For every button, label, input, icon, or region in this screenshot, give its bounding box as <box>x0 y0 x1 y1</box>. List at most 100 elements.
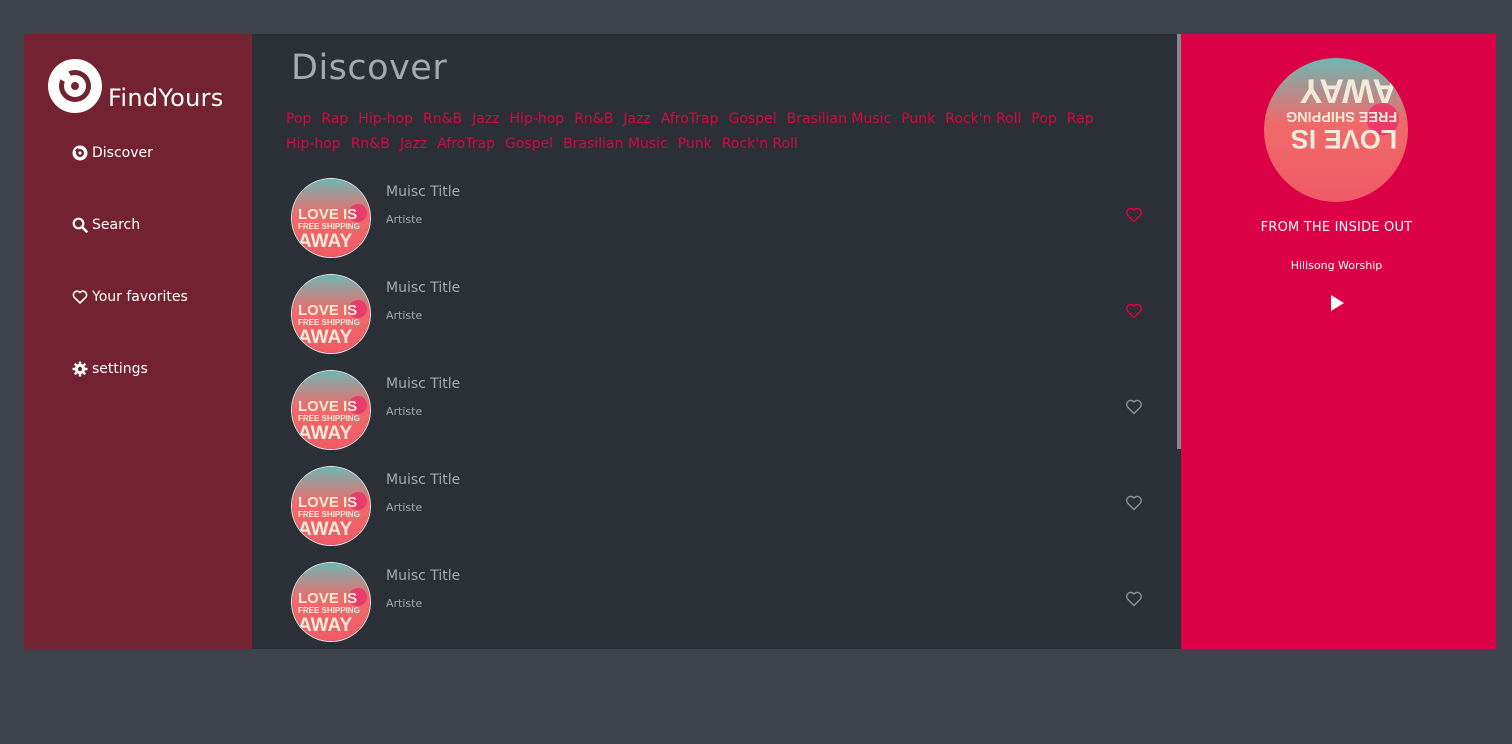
logo[interactable]: FindYours <box>48 59 224 113</box>
genre-tag[interactable]: Punk <box>678 132 712 156</box>
track-artist: Artiste <box>386 405 423 418</box>
album-art-image: LOVE ISFREE SHIPPINGAWAY <box>292 467 370 545</box>
vinyl-logo-icon <box>48 59 102 113</box>
genre-tag[interactable]: Rn&B <box>423 107 462 131</box>
album-art-text: FREE SHIPPING <box>298 222 360 231</box>
sidebar-item-search[interactable]: Search <box>72 214 188 236</box>
album-art-text: FREE SHIPPING <box>1286 108 1397 124</box>
track-title: Muisc Title <box>386 568 461 584</box>
genre-tag[interactable]: Hip-hop <box>286 132 341 156</box>
favorite-heart-icon[interactable] <box>1125 590 1143 608</box>
sidebar-item-label: Discover <box>92 145 153 161</box>
now-playing-panel: LOVE IS FREE SHIPPING AWAY FROM THE INSIDE… <box>1181 34 1496 649</box>
album-art-text: FREE SHIPPING <box>298 510 360 519</box>
album-art-text: FREE SHIPPING <box>298 318 360 327</box>
genre-tag[interactable]: Pop <box>286 107 311 131</box>
app-name: FindYours <box>108 84 224 112</box>
favorite-heart-icon[interactable] <box>1125 398 1143 416</box>
album-art-text: LOVE IS <box>298 590 357 607</box>
disc-icon <box>72 145 88 161</box>
track-title: Muisc Title <box>386 280 461 296</box>
track-title: Muisc Title <box>386 472 461 488</box>
genre-tag[interactable]: Pop <box>1031 107 1056 131</box>
favorite-heart-icon[interactable] <box>1125 302 1143 320</box>
sidebar-item-label: settings <box>92 361 148 377</box>
now-playing-artist: Hillsong Worship <box>1290 259 1383 272</box>
genre-tag[interactable]: AfroTrap <box>437 132 495 156</box>
track-list: LOVE IS FREE SHIPPING AWAY Muisc Title Artis… <box>291 178 1151 649</box>
album-art-image: LOVE ISFREE SHIPPINGAWAY <box>292 563 370 641</box>
genre-tag[interactable]: Brasilian Music <box>787 107 892 131</box>
sidebar-item-favorites[interactable]: Your favorites <box>72 286 188 308</box>
track-artist: Artiste <box>386 597 423 610</box>
gear-icon <box>72 361 88 377</box>
album-art-text: LOVE IS <box>298 206 357 223</box>
page-title: Discover <box>291 48 448 88</box>
track-title: Muisc Title <box>386 184 461 200</box>
track-cover: LOVE IS FREE SHIPPING AWAY <box>291 562 371 642</box>
track-row[interactable]: LOVE IS FREE SHIPPING AWAY Muisc Title Artis… <box>291 178 1151 274</box>
album-art-text: AWAY <box>298 615 353 636</box>
genre-tag[interactable]: Rap <box>1067 107 1094 131</box>
genre-list: Pop Rap Hip-hop Rn&B Jazz Hip-hop Rn&B Jazz Afro… <box>286 106 1156 156</box>
track-artist: Artiste <box>386 309 423 322</box>
play-button[interactable] <box>1328 294 1346 312</box>
track-row[interactable]: LOVE IS FREE SHIPPING AWAY Muisc Title Artis… <box>291 370 1151 466</box>
album-art-image: LOVE ISFREE SHIPPINGAWAY <box>292 371 370 449</box>
search-icon <box>72 217 88 233</box>
favorite-heart-icon[interactable] <box>1125 206 1143 224</box>
heart-icon <box>72 289 88 305</box>
genre-tag[interactable]: Jazz <box>623 107 650 131</box>
genre-tag[interactable]: Gospel <box>728 107 776 131</box>
genre-tag[interactable]: Brasilian Music <box>563 132 668 156</box>
genre-tag[interactable]: Hip-hop <box>358 107 413 131</box>
track-cover: LOVE IS FREE SHIPPING AWAY <box>291 274 371 354</box>
album-art-text: FREE SHIPPING <box>298 414 360 423</box>
album-art-text: FREE SHIPPING <box>298 606 360 615</box>
genre-tag[interactable]: Jazz <box>400 132 427 156</box>
track-row[interactable]: LOVE IS FREE SHIPPING AWAY Muisc Title Artis… <box>291 562 1151 649</box>
genre-tag[interactable]: Punk <box>901 107 935 131</box>
track-cover: LOVE IS FREE SHIPPING AWAY <box>291 370 371 450</box>
album-art-text: AWAY <box>298 519 353 540</box>
sidebar-item-label: Search <box>92 217 141 233</box>
genre-tag[interactable]: Jazz <box>472 107 499 131</box>
genre-tag[interactable]: Rap <box>321 107 348 131</box>
album-art-image: LOVE ISFREE SHIPPINGAWAY <box>1264 58 1408 202</box>
app-window: FindYours Discover Search Your favorites <box>24 34 1496 649</box>
sidebar-item-label: Your favorites <box>92 289 188 305</box>
genre-tag[interactable]: Rn&B <box>351 132 390 156</box>
album-art-text: AWAY <box>298 327 353 348</box>
album-art-text: AWAY <box>1299 72 1397 110</box>
genre-tag[interactable]: Rn&B <box>574 107 613 131</box>
now-playing-cover: LOVE IS FREE SHIPPING AWAY <box>1264 58 1408 202</box>
sidebar-nav: Discover Search Your favorites settings <box>72 142 188 430</box>
track-artist: Artiste <box>386 213 423 226</box>
now-playing-title: FROM THE INSIDE OUT <box>1260 220 1413 235</box>
genre-tag[interactable]: Hip-hop <box>510 107 565 131</box>
album-art-text: AWAY <box>298 423 353 444</box>
track-cover: LOVE IS FREE SHIPPING AWAY <box>291 466 371 546</box>
track-artist: Artiste <box>386 501 423 514</box>
album-art-text: LOVE IS <box>1291 124 1398 154</box>
genre-tag[interactable]: Rock'n Roll <box>945 107 1021 131</box>
track-title: Muisc Title <box>386 376 461 392</box>
sidebar: FindYours Discover Search Your favorites <box>24 34 252 649</box>
album-art-image: LOVE ISFREE SHIPPINGAWAY <box>292 179 370 257</box>
track-row[interactable]: LOVE IS FREE SHIPPING AWAY Muisc Title Artis… <box>291 274 1151 370</box>
album-art-image: LOVE ISFREE SHIPPINGAWAY <box>292 275 370 353</box>
album-art-text: LOVE IS <box>298 398 357 415</box>
sidebar-item-discover[interactable]: Discover <box>72 142 188 164</box>
album-art-text: LOVE IS <box>298 302 357 319</box>
album-art-text: AWAY <box>298 231 353 252</box>
track-row[interactable]: LOVE IS FREE SHIPPING AWAY Muisc Title Artis… <box>291 466 1151 562</box>
genre-tag[interactable]: Rock'n Roll <box>722 132 798 156</box>
album-art-text: LOVE IS <box>298 494 357 511</box>
sidebar-item-settings[interactable]: settings <box>72 358 188 380</box>
genre-tag[interactable]: AfroTrap <box>661 107 719 131</box>
play-icon <box>1331 295 1344 311</box>
main-content: Discover Pop Rap Hip-hop Rn&B Jazz Hip-hop Rn&… <box>252 34 1181 649</box>
track-cover: LOVE IS FREE SHIPPING AWAY <box>291 178 371 258</box>
genre-tag[interactable]: Gospel <box>505 132 553 156</box>
favorite-heart-icon[interactable] <box>1125 494 1143 512</box>
